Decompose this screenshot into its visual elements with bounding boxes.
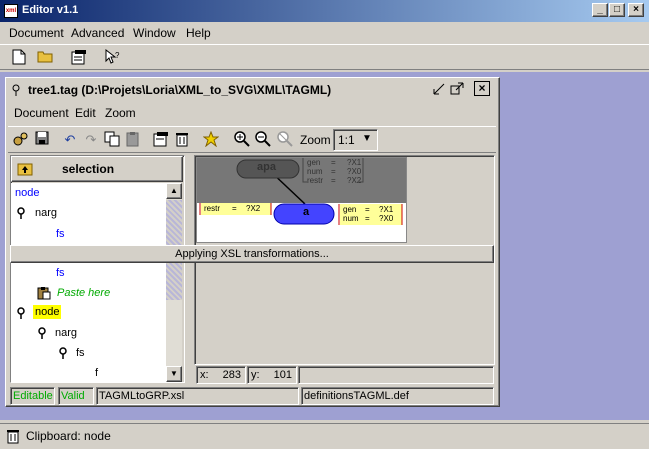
zoom-value: 1:1 — [338, 133, 355, 147]
maximize-button[interactable]: □ — [609, 3, 625, 17]
chevron-down-icon: ▼ — [362, 133, 372, 144]
tree-node[interactable]: fs — [56, 228, 65, 240]
bottom-node-label[interactable]: a — [303, 206, 309, 218]
scroll-up-arrow-icon[interactable]: ▲ — [166, 183, 182, 199]
x-coordinate: x: 283 — [196, 366, 246, 384]
restore-icon[interactable] — [432, 82, 446, 99]
clipboard-icon — [37, 286, 51, 303]
selection-button[interactable]: selection — [11, 156, 183, 182]
new-node-star-icon[interactable] — [202, 130, 220, 149]
trash-icon[interactable] — [6, 428, 20, 447]
settings-gear-icon[interactable] — [11, 131, 29, 149]
zoom-label: Zoom — [300, 133, 331, 147]
svg-text:?: ? — [115, 51, 120, 60]
tree-node[interactable]: narg — [35, 207, 57, 219]
y-coordinate: y: 101 — [247, 366, 297, 384]
properties-icon[interactable] — [70, 49, 88, 67]
document-icon — [11, 83, 25, 100]
tree-view[interactable]: node narg fs fs Paste here node narg fs … — [11, 183, 166, 382]
paste-icon[interactable] — [124, 131, 142, 149]
zoom-fit-icon[interactable] — [276, 131, 294, 149]
minimize-button[interactable]: _ — [592, 3, 608, 17]
coordinate-readout: x: 283 y: 101 — [196, 366, 494, 384]
selected-tree-node[interactable]: node — [33, 305, 62, 319]
doc-menu-edit[interactable]: Edit — [75, 106, 96, 120]
menu-window[interactable]: Window — [133, 26, 176, 40]
pin-icon — [37, 327, 47, 342]
zoom-out-icon[interactable] — [254, 131, 272, 149]
paste-here-node[interactable]: Paste here — [57, 287, 110, 299]
tree-node[interactable]: f — [95, 367, 98, 379]
tree-scrollbar[interactable]: ▲ ▼ — [166, 183, 182, 382]
close-button[interactable]: × — [628, 3, 644, 17]
scroll-down-arrow-icon[interactable]: ▼ — [166, 366, 182, 382]
xsl-file-status: TAGMLtoGRP.xsl — [96, 387, 299, 405]
top-node-label[interactable]: apa — [257, 161, 276, 173]
main-title-bar[interactable]: xml Editor v1.1 _ □ × — [0, 0, 649, 22]
document-toolbar: ↶ ↷ Zoom 1:1 ▼ — [8, 126, 496, 153]
document-status-bar: Editable Valid TAGMLtoGRP.xsl definition… — [8, 386, 496, 406]
document-title-bar[interactable]: tree1.tag (D:\Projets\Loria\XML_to_SVG\X… — [8, 80, 496, 100]
pin-icon — [58, 347, 68, 362]
window-title: Editor v1.1 — [22, 4, 79, 16]
editable-status: Editable — [10, 387, 55, 405]
progress-message: Applying XSL transformations... — [10, 245, 494, 263]
zoom-select[interactable]: 1:1 ▼ — [333, 129, 378, 151]
menu-advanced[interactable]: Advanced — [71, 26, 124, 40]
redo-icon[interactable]: ↷ — [82, 131, 100, 149]
main-toolbar: ? — [0, 44, 649, 70]
clipboard-status: Clipboard: node — [26, 429, 111, 443]
undo-icon[interactable]: ↶ — [61, 131, 79, 149]
main-status-bar: Clipboard: node — [0, 423, 649, 447]
top-feature-list: gen = ?X1 num = ?X0 restr = ?X2 — [307, 158, 362, 185]
main-menubar: Document Advanced Window Help — [0, 23, 649, 43]
coordinate-extra — [298, 366, 494, 384]
menu-help[interactable]: Help — [186, 26, 211, 40]
selection-label: selection — [62, 162, 115, 176]
context-help-icon[interactable]: ? — [103, 48, 121, 67]
tree-node[interactable]: fs — [56, 267, 65, 279]
tree-node[interactable]: node — [15, 187, 39, 199]
up-folder-icon — [17, 162, 33, 179]
open-folder-icon[interactable] — [36, 49, 54, 67]
save-icon[interactable] — [33, 131, 51, 149]
new-document-icon[interactable] — [10, 49, 28, 67]
definitions-file-status: definitionsTAGML.def — [301, 387, 494, 405]
right-feature-list: gen = ?X1 num = ?X0 — [343, 205, 394, 223]
graph-canvas[interactable]: apa a gen = ?X1 num = ?X0 restr = ?X2 restr = ?X… — [196, 157, 407, 243]
document-close-button[interactable]: × — [474, 81, 490, 96]
zoom-in-icon[interactable] — [233, 131, 251, 149]
copy-icon[interactable] — [103, 131, 121, 149]
menu-document[interactable]: Document — [9, 26, 64, 40]
tree-node[interactable]: narg — [55, 327, 77, 339]
left-feature-list: restr = ?X2 — [204, 204, 261, 213]
properties-icon[interactable] — [152, 131, 170, 149]
document-title: tree1.tag (D:\Projets\Loria\XML_to_SVG\X… — [28, 83, 332, 97]
valid-status: Valid — [58, 387, 94, 405]
doc-menu-document[interactable]: Document — [14, 106, 69, 120]
tree-node[interactable]: fs — [76, 347, 85, 359]
document-menubar: Document Edit Zoom — [8, 103, 496, 123]
pin-icon — [16, 307, 26, 322]
maximize-icon[interactable] — [450, 82, 464, 99]
pin-icon — [16, 207, 26, 222]
delete-trash-icon[interactable] — [173, 131, 191, 149]
doc-menu-zoom[interactable]: Zoom — [105, 106, 136, 120]
editor-logo-icon: xml — [4, 4, 18, 18]
